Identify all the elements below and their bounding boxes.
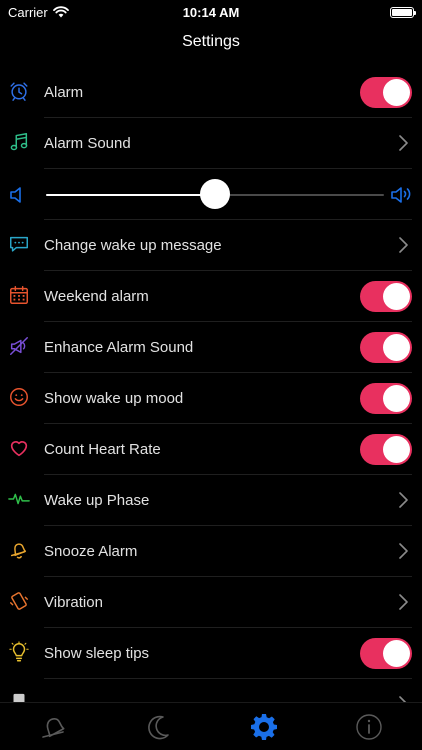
toggle-switch[interactable] xyxy=(360,383,412,414)
toggle-knob xyxy=(383,283,410,310)
settings-row-alarm[interactable]: Alarm xyxy=(0,67,422,118)
vibration-phone-icon xyxy=(10,592,28,610)
settings-row-show-sleep-tips[interactable]: Show sleep tips xyxy=(0,628,422,679)
vibration-phone-icon-wrap xyxy=(8,590,30,612)
bell-icon-wrap xyxy=(8,539,30,561)
tab-settings[interactable] xyxy=(244,710,284,744)
settings-row-wake-up-phase[interactable]: Wake up Phase xyxy=(0,475,422,526)
settings-list: Alarm Alarm Sound Change wake up message We… xyxy=(0,67,422,730)
tab-bar xyxy=(0,702,422,750)
pulse-wave-icon xyxy=(8,493,30,505)
calendar-icon-wrap xyxy=(8,284,30,306)
enhance-megaphone-icon xyxy=(10,337,28,355)
wifi-icon xyxy=(52,6,69,18)
settings-row-enhance-alarm-sound[interactable]: Enhance Alarm Sound xyxy=(0,322,422,373)
moon-tab-icon xyxy=(148,715,170,739)
chevron-right-icon xyxy=(399,492,408,508)
tab-alarm[interactable] xyxy=(33,710,73,744)
chevron-right-icon xyxy=(399,237,408,253)
volume-slider-thumb[interactable] xyxy=(200,179,230,209)
settings-row-show-wake-up-mood[interactable]: Show wake up mood xyxy=(0,373,422,424)
tab-info[interactable] xyxy=(349,710,389,744)
toggle-switch[interactable] xyxy=(360,638,412,669)
status-left: Carrier xyxy=(8,5,69,20)
carrier-label: Carrier xyxy=(8,4,48,20)
toggle-knob xyxy=(383,640,410,667)
lightbulb-icon-wrap xyxy=(8,641,30,663)
speaker-low-icon xyxy=(10,187,21,203)
settings-row-label: Alarm Sound xyxy=(44,135,131,152)
settings-row-label: Show wake up mood xyxy=(44,390,184,407)
chevron-right-icon xyxy=(399,543,408,559)
bell-tab-icon xyxy=(41,717,65,738)
enhance-megaphone-icon-wrap xyxy=(8,335,30,357)
settings-row-label: Change wake up message xyxy=(44,237,222,254)
settings-row-label: Alarm xyxy=(44,84,84,101)
settings-row-label: Vibration xyxy=(44,594,103,611)
music-note-icon-wrap xyxy=(8,131,30,153)
heart-icon xyxy=(10,441,28,457)
bell-icon xyxy=(10,543,27,559)
chevron-right-icon xyxy=(399,135,408,151)
speaker-high-icon xyxy=(391,187,411,203)
toggle-knob xyxy=(383,334,410,361)
smiley-icon xyxy=(10,388,28,406)
volume-slider-fill xyxy=(46,194,215,196)
alarm-clock-icon xyxy=(10,82,28,101)
pulse-wave-icon-wrap xyxy=(8,488,30,510)
settings-row-label: Weekend alarm xyxy=(44,288,149,305)
chat-bubble-icon xyxy=(10,236,28,252)
toggle-knob xyxy=(383,79,410,106)
tab-sleep[interactable] xyxy=(138,710,178,744)
heart-icon-wrap xyxy=(8,437,30,459)
page-title: Settings xyxy=(182,33,240,50)
toggle-knob xyxy=(383,436,410,463)
toggle-switch[interactable] xyxy=(360,332,412,363)
settings-row-label: Show sleep tips xyxy=(44,645,150,662)
info-tab-icon xyxy=(356,713,382,740)
toggle-switch[interactable] xyxy=(360,77,412,108)
toggle-switch[interactable] xyxy=(360,281,412,312)
smiley-icon-wrap xyxy=(8,386,30,408)
toggle-switch[interactable] xyxy=(360,434,412,465)
status-bar: Carrier 10:14 AM xyxy=(0,0,422,24)
chevron-right-icon xyxy=(399,594,408,610)
settings-row-label: Count Heart Rate xyxy=(44,441,161,458)
settings-row-weekend-alarm[interactable]: Weekend alarm xyxy=(0,271,422,322)
settings-row-label: Snooze Alarm xyxy=(44,543,138,560)
settings-row-alarm-sound[interactable]: Alarm Sound xyxy=(0,118,422,169)
settings-row-snooze-alarm[interactable]: Snooze Alarm xyxy=(0,526,422,577)
battery-icon xyxy=(390,6,416,18)
settings-row-vibration[interactable]: Vibration xyxy=(0,577,422,628)
settings-row-count-heart-rate[interactable]: Count Heart Rate xyxy=(0,424,422,475)
volume-slider-row xyxy=(0,169,422,220)
settings-row-change-wake-up-message[interactable]: Change wake up message xyxy=(0,220,422,271)
settings-row-label: Enhance Alarm Sound xyxy=(44,339,194,356)
chat-bubble-icon-wrap xyxy=(8,233,30,255)
music-note-icon xyxy=(10,133,28,151)
toggle-knob xyxy=(383,385,410,412)
gear-tab-icon xyxy=(250,713,277,740)
battery-fill xyxy=(392,8,412,16)
lightbulb-icon xyxy=(9,641,29,662)
alarm-clock-icon-wrap xyxy=(8,80,30,102)
calendar-icon xyxy=(10,286,28,304)
settings-row-label: Wake up Phase xyxy=(44,492,150,509)
